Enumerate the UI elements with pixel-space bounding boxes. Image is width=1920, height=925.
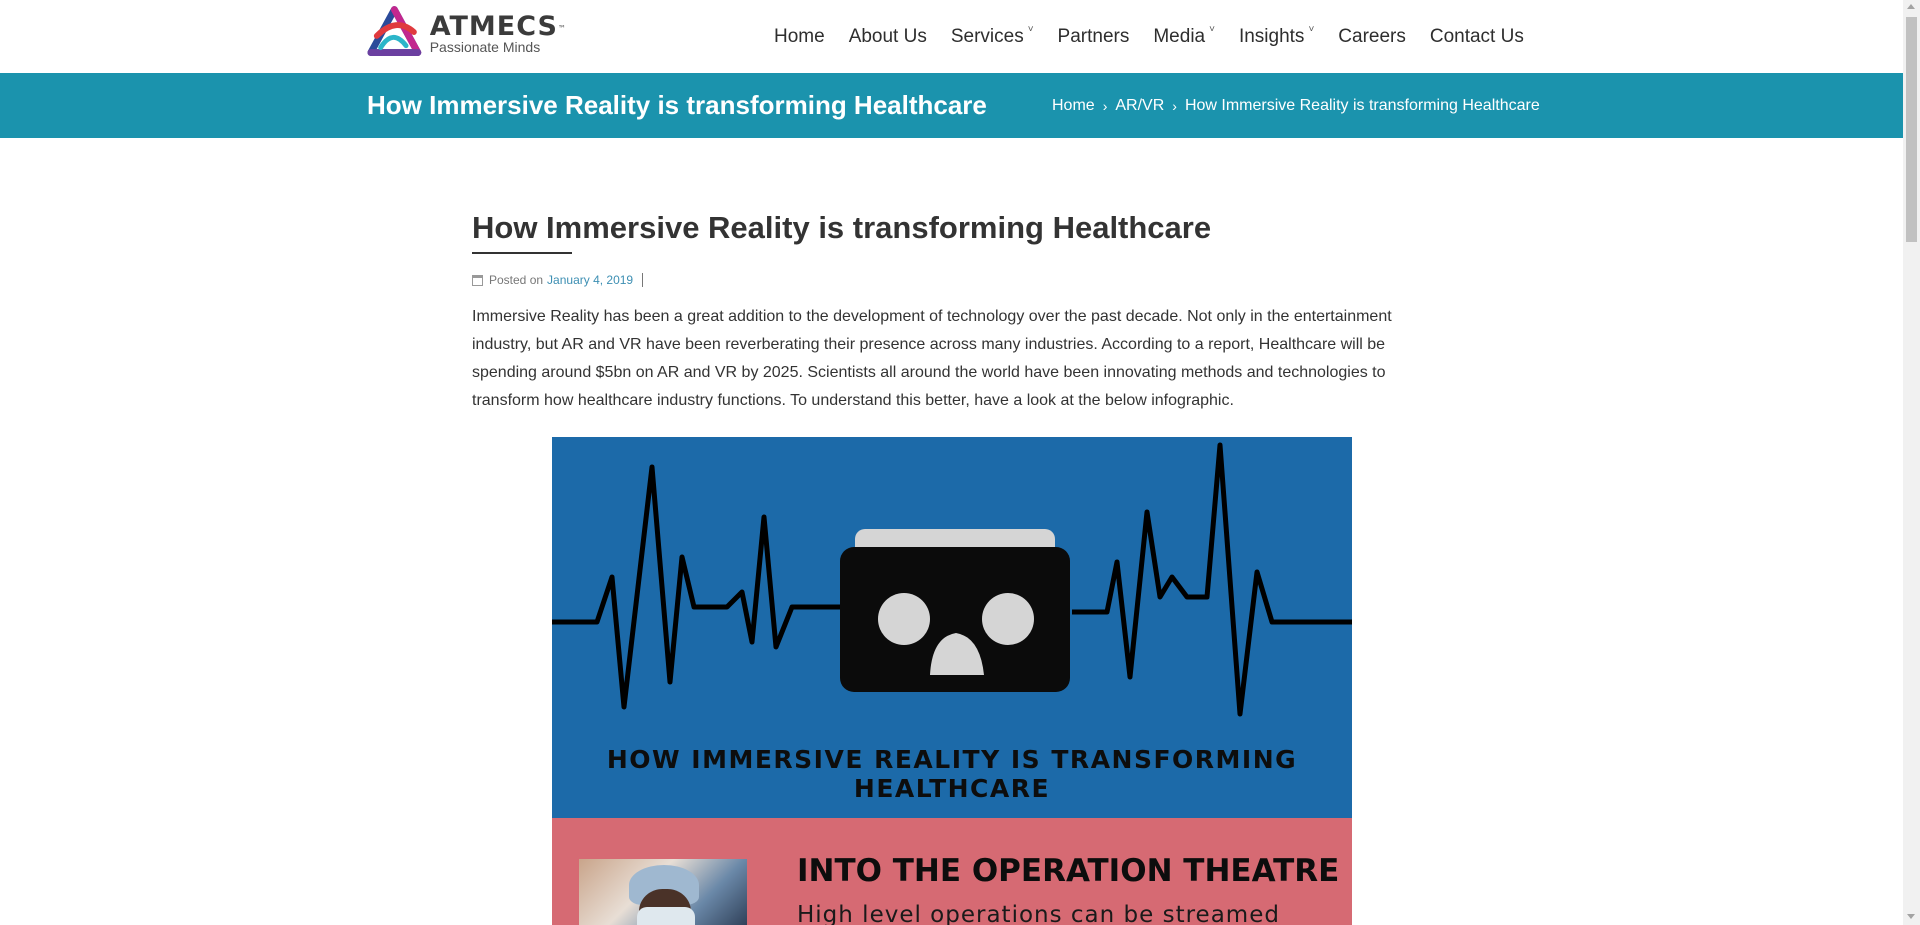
infographic-section: INTO THE OPERATION THEATRE High level op… xyxy=(552,818,1352,925)
nav-services[interactable]: Services ˅ xyxy=(951,24,1034,48)
breadcrumb-separator: › xyxy=(1102,98,1108,114)
logo-mark-icon xyxy=(367,6,422,56)
calendar-icon xyxy=(472,274,483,286)
vr-headset-icon xyxy=(840,529,1070,692)
scroll-up-arrow-icon[interactable] xyxy=(1907,4,1915,9)
infographic: HOW IMMERSIVE REALITY IS TRANSFORMING HE… xyxy=(552,437,1352,925)
posted-prefix: Posted on xyxy=(489,273,544,287)
main-nav: Home About Us Services ˅ Partners Media ˅ … xyxy=(774,22,1524,52)
heartbeat-line-left xyxy=(552,464,842,710)
nav-insights[interactable]: Insights ˅ xyxy=(1239,24,1315,48)
page-title: How Immersive Reality is transforming He… xyxy=(367,90,987,120)
post-date[interactable]: January 4, 2019 xyxy=(547,273,633,287)
post-intro: Immersive Reality has been a great addit… xyxy=(472,308,1392,409)
breadcrumb-current: How Immersive Reality is transforming He… xyxy=(1184,97,1540,114)
brand-name: ATMECS™ xyxy=(429,10,567,42)
logo-text: ATMECS™ Passionate Minds xyxy=(429,10,567,55)
breadcrumb-separator: › xyxy=(1172,98,1177,114)
chevron-down-icon: ˅ xyxy=(1209,24,1215,35)
site-header: ATMECS™ Passionate Minds Home About Us S… xyxy=(0,0,1903,73)
breadcrumb-ar-vr[interactable]: AR/VR xyxy=(1115,97,1164,115)
title-underline xyxy=(472,252,572,254)
post-title: How Immersive Reality is transforming He… xyxy=(472,210,1212,245)
title-banner: How Immersive Reality is transforming He… xyxy=(0,73,1903,138)
brand-tagline: Passionate Minds xyxy=(429,38,541,55)
nav-contact-us[interactable]: Contact Us xyxy=(1430,26,1524,48)
chevron-down-icon: ˅ xyxy=(1027,24,1034,35)
section-title: INTO THE OPERATION THEATRE xyxy=(797,853,1340,889)
nav-partners[interactable]: Partners xyxy=(1058,26,1130,48)
nav-home[interactable]: Home xyxy=(774,26,825,48)
scroll-thumb[interactable] xyxy=(1906,17,1917,242)
breadcrumb-home[interactable]: Home xyxy=(1052,97,1095,115)
heartbeat-line-right xyxy=(1072,442,1352,717)
meta-divider xyxy=(642,273,644,287)
nav-about-us[interactable]: About Us xyxy=(849,26,927,48)
surgeon-photo xyxy=(579,859,747,925)
scroll-down-arrow-icon[interactable] xyxy=(1907,914,1915,919)
atmecs-logo[interactable]: ATMECS™ Passionate Minds xyxy=(367,6,567,60)
section-body: High level operations can be streamed xyxy=(797,902,1280,925)
breadcrumb: Home › AR/VR › How Immersive Reality is … xyxy=(1052,97,1540,115)
post-meta: Posted on January 4, 2019 xyxy=(472,273,1412,287)
chevron-down-icon: ˅ xyxy=(1308,24,1315,35)
nav-media[interactable]: Media ˅ xyxy=(1153,24,1215,48)
page-scrollbar[interactable] xyxy=(1903,0,1920,925)
infographic-heading: HOW IMMERSIVE REALITY IS TRANSFORMING HE… xyxy=(606,745,1298,803)
nav-careers[interactable]: Careers xyxy=(1338,26,1406,48)
article: How Immersive Reality is transforming He… xyxy=(472,208,1412,415)
